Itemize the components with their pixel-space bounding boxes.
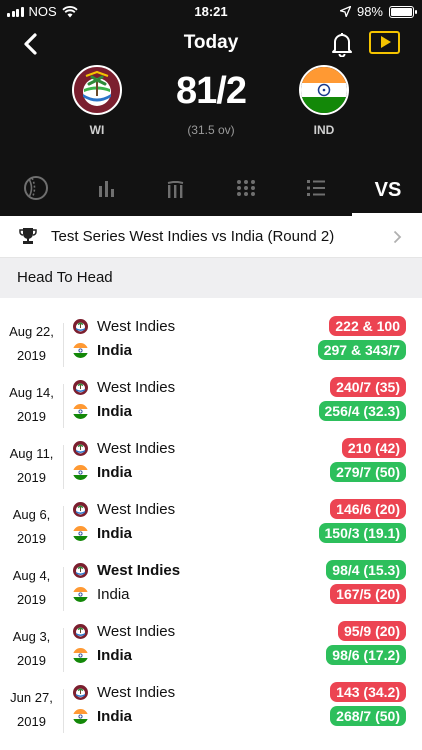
team2-score-badge: 256/4 (32.3) — [318, 401, 406, 421]
team1-name: West Indies — [97, 561, 181, 579]
tv-play-button[interactable] — [369, 31, 400, 54]
team2-name: India — [97, 341, 133, 359]
match-row[interactable]: Aug 14, 2019 West Indies India 240/7 (35) 256… — [0, 359, 422, 428]
match-row[interactable]: Aug 6, 2019 West Indies India 146/6 (20) 150/… — [0, 481, 422, 550]
match-date-day: Aug 22, — [9, 324, 54, 339]
india-flag-icon — [73, 586, 88, 602]
location-arrow-icon — [339, 6, 351, 17]
team2-name: India — [97, 524, 133, 542]
match-date-day: Jun 27, — [10, 690, 53, 705]
india-flag-icon — [73, 647, 88, 663]
team2-score-badge: 279/7 (50) — [330, 462, 406, 482]
match-row[interactable]: Aug 4, 2019 West Indies India 98/4 (15.3) 167… — [0, 542, 422, 611]
team1-score-badge: 143 (34.2) — [330, 682, 406, 702]
tab-stats[interactable] — [86, 173, 126, 203]
team2-name: India — [97, 402, 133, 420]
team2-score-badge: 150/3 (19.1) — [318, 523, 406, 543]
team1-name: West Indies — [97, 622, 176, 640]
match-date-day: Aug 4, — [12, 568, 51, 583]
team2-code: IND — [313, 123, 335, 137]
team1-line: West Indies — [73, 680, 175, 704]
section-header: Head To Head — [0, 258, 422, 298]
india-flag-icon — [73, 403, 88, 419]
tab-standings[interactable] — [296, 173, 336, 203]
bar-chart-icon — [99, 181, 114, 197]
team2-score-badge: 268/7 (50) — [330, 706, 406, 726]
west-indies-flag-icon — [73, 623, 88, 639]
overs-count: (31.5 ov) — [187, 123, 235, 137]
live-score: 81/2 — [176, 70, 247, 112]
match-date-day: Aug 14, — [9, 385, 54, 400]
team1-name: West Indies — [97, 439, 176, 457]
team2-name: India — [97, 707, 133, 725]
west-indies-flag-icon — [73, 379, 88, 395]
wickets-icon — [167, 181, 184, 198]
battery-icon — [389, 5, 417, 18]
team1-line: West Indies — [73, 314, 175, 338]
team2-score-badge: 297 & 343/7 — [317, 340, 406, 360]
page-title: Today — [183, 32, 239, 53]
tab-vs[interactable]: VS — [368, 175, 408, 205]
team1-score-badge: 95/9 (20) — [337, 621, 406, 641]
match-row[interactable]: Jun 27, 2019 West Indies India 143 (34.2) 268… — [0, 664, 422, 733]
bell-icon[interactable] — [330, 31, 354, 57]
team1-name: West Indies — [97, 378, 176, 396]
team2-name: India — [97, 646, 133, 664]
team2-score-badge: 98/6 (17.2) — [326, 645, 406, 665]
team1-line: West Indies — [73, 497, 175, 521]
match-row[interactable]: Aug 3, 2019 West Indies India 95/9 (20) 98/6 … — [0, 603, 422, 672]
match-row[interactable]: Aug 11, 2019 West Indies India 210 (42) 279/7… — [0, 420, 422, 489]
match-date-day: Aug 6, — [12, 507, 51, 522]
match-date-year: 2019 — [17, 714, 46, 729]
series-title: Test Series West Indies vs India (Round … — [51, 228, 335, 245]
team2-flag[interactable] — [299, 65, 349, 115]
tab-wickets[interactable] — [155, 173, 195, 203]
series-row[interactable]: Test Series West Indies vs India (Round … — [0, 216, 422, 258]
west-indies-flag-icon — [73, 501, 88, 517]
battery-percent: 98% — [356, 4, 383, 19]
tab-live[interactable] — [16, 173, 56, 203]
west-indies-flag-icon — [73, 562, 88, 578]
play-icon — [381, 36, 391, 48]
west-indies-flag-icon — [73, 318, 88, 334]
india-flag-icon — [73, 342, 88, 358]
west-indies-flag-icon — [73, 440, 88, 456]
match-list: Aug 22, 2019 West Indies India 222 & 100 297 … — [0, 298, 422, 733]
team1-line: West Indies — [73, 619, 175, 643]
india-flag-icon — [73, 464, 88, 480]
chevron-right-icon — [393, 230, 402, 244]
india-flag-icon — [73, 525, 88, 541]
trophy-icon — [19, 228, 37, 244]
tab-grid[interactable] — [226, 173, 266, 203]
match-header: NOS 18:21 98% Today WI 81/2 (31.5 ov) IN… — [0, 0, 422, 216]
west-indies-flag-icon — [73, 684, 88, 700]
team1-line: West Indies — [73, 375, 175, 399]
team1-score-badge: 98/4 (15.3) — [326, 560, 406, 580]
match-row[interactable]: Aug 22, 2019 West Indies India 222 & 100 297 … — [0, 298, 422, 367]
cricket-ball-icon — [24, 176, 48, 200]
team2-line: India — [73, 704, 132, 728]
team2-name: India — [97, 463, 133, 481]
team1-score-badge: 240/7 (35) — [330, 377, 406, 397]
team1-name: West Indies — [97, 683, 176, 701]
team1-line: West Indies — [73, 436, 175, 460]
team1-name: West Indies — [97, 317, 176, 335]
team2-score-badge: 167/5 (20) — [330, 584, 406, 604]
section-title: Head To Head — [17, 269, 113, 286]
match-date: Jun 27, 2019 — [4, 686, 59, 734]
match-date-day: Aug 11, — [9, 446, 54, 461]
team1-line: West Indies — [73, 558, 180, 582]
numbered-list-icon — [307, 180, 325, 196]
team1-score-badge: 146/6 (20) — [330, 499, 406, 519]
status-bar: NOS 18:21 98% — [0, 0, 422, 24]
dots-grid-icon — [237, 180, 255, 196]
india-flag-icon — [73, 708, 88, 724]
team2-name: India — [97, 585, 130, 603]
divider — [63, 689, 64, 733]
team1-name: West Indies — [97, 500, 176, 518]
match-date-day: Aug 3, — [12, 629, 51, 644]
team1-score-badge: 222 & 100 — [329, 316, 406, 336]
team1-score-badge: 210 (42) — [341, 438, 406, 458]
match-tabs: VS — [0, 163, 422, 216]
